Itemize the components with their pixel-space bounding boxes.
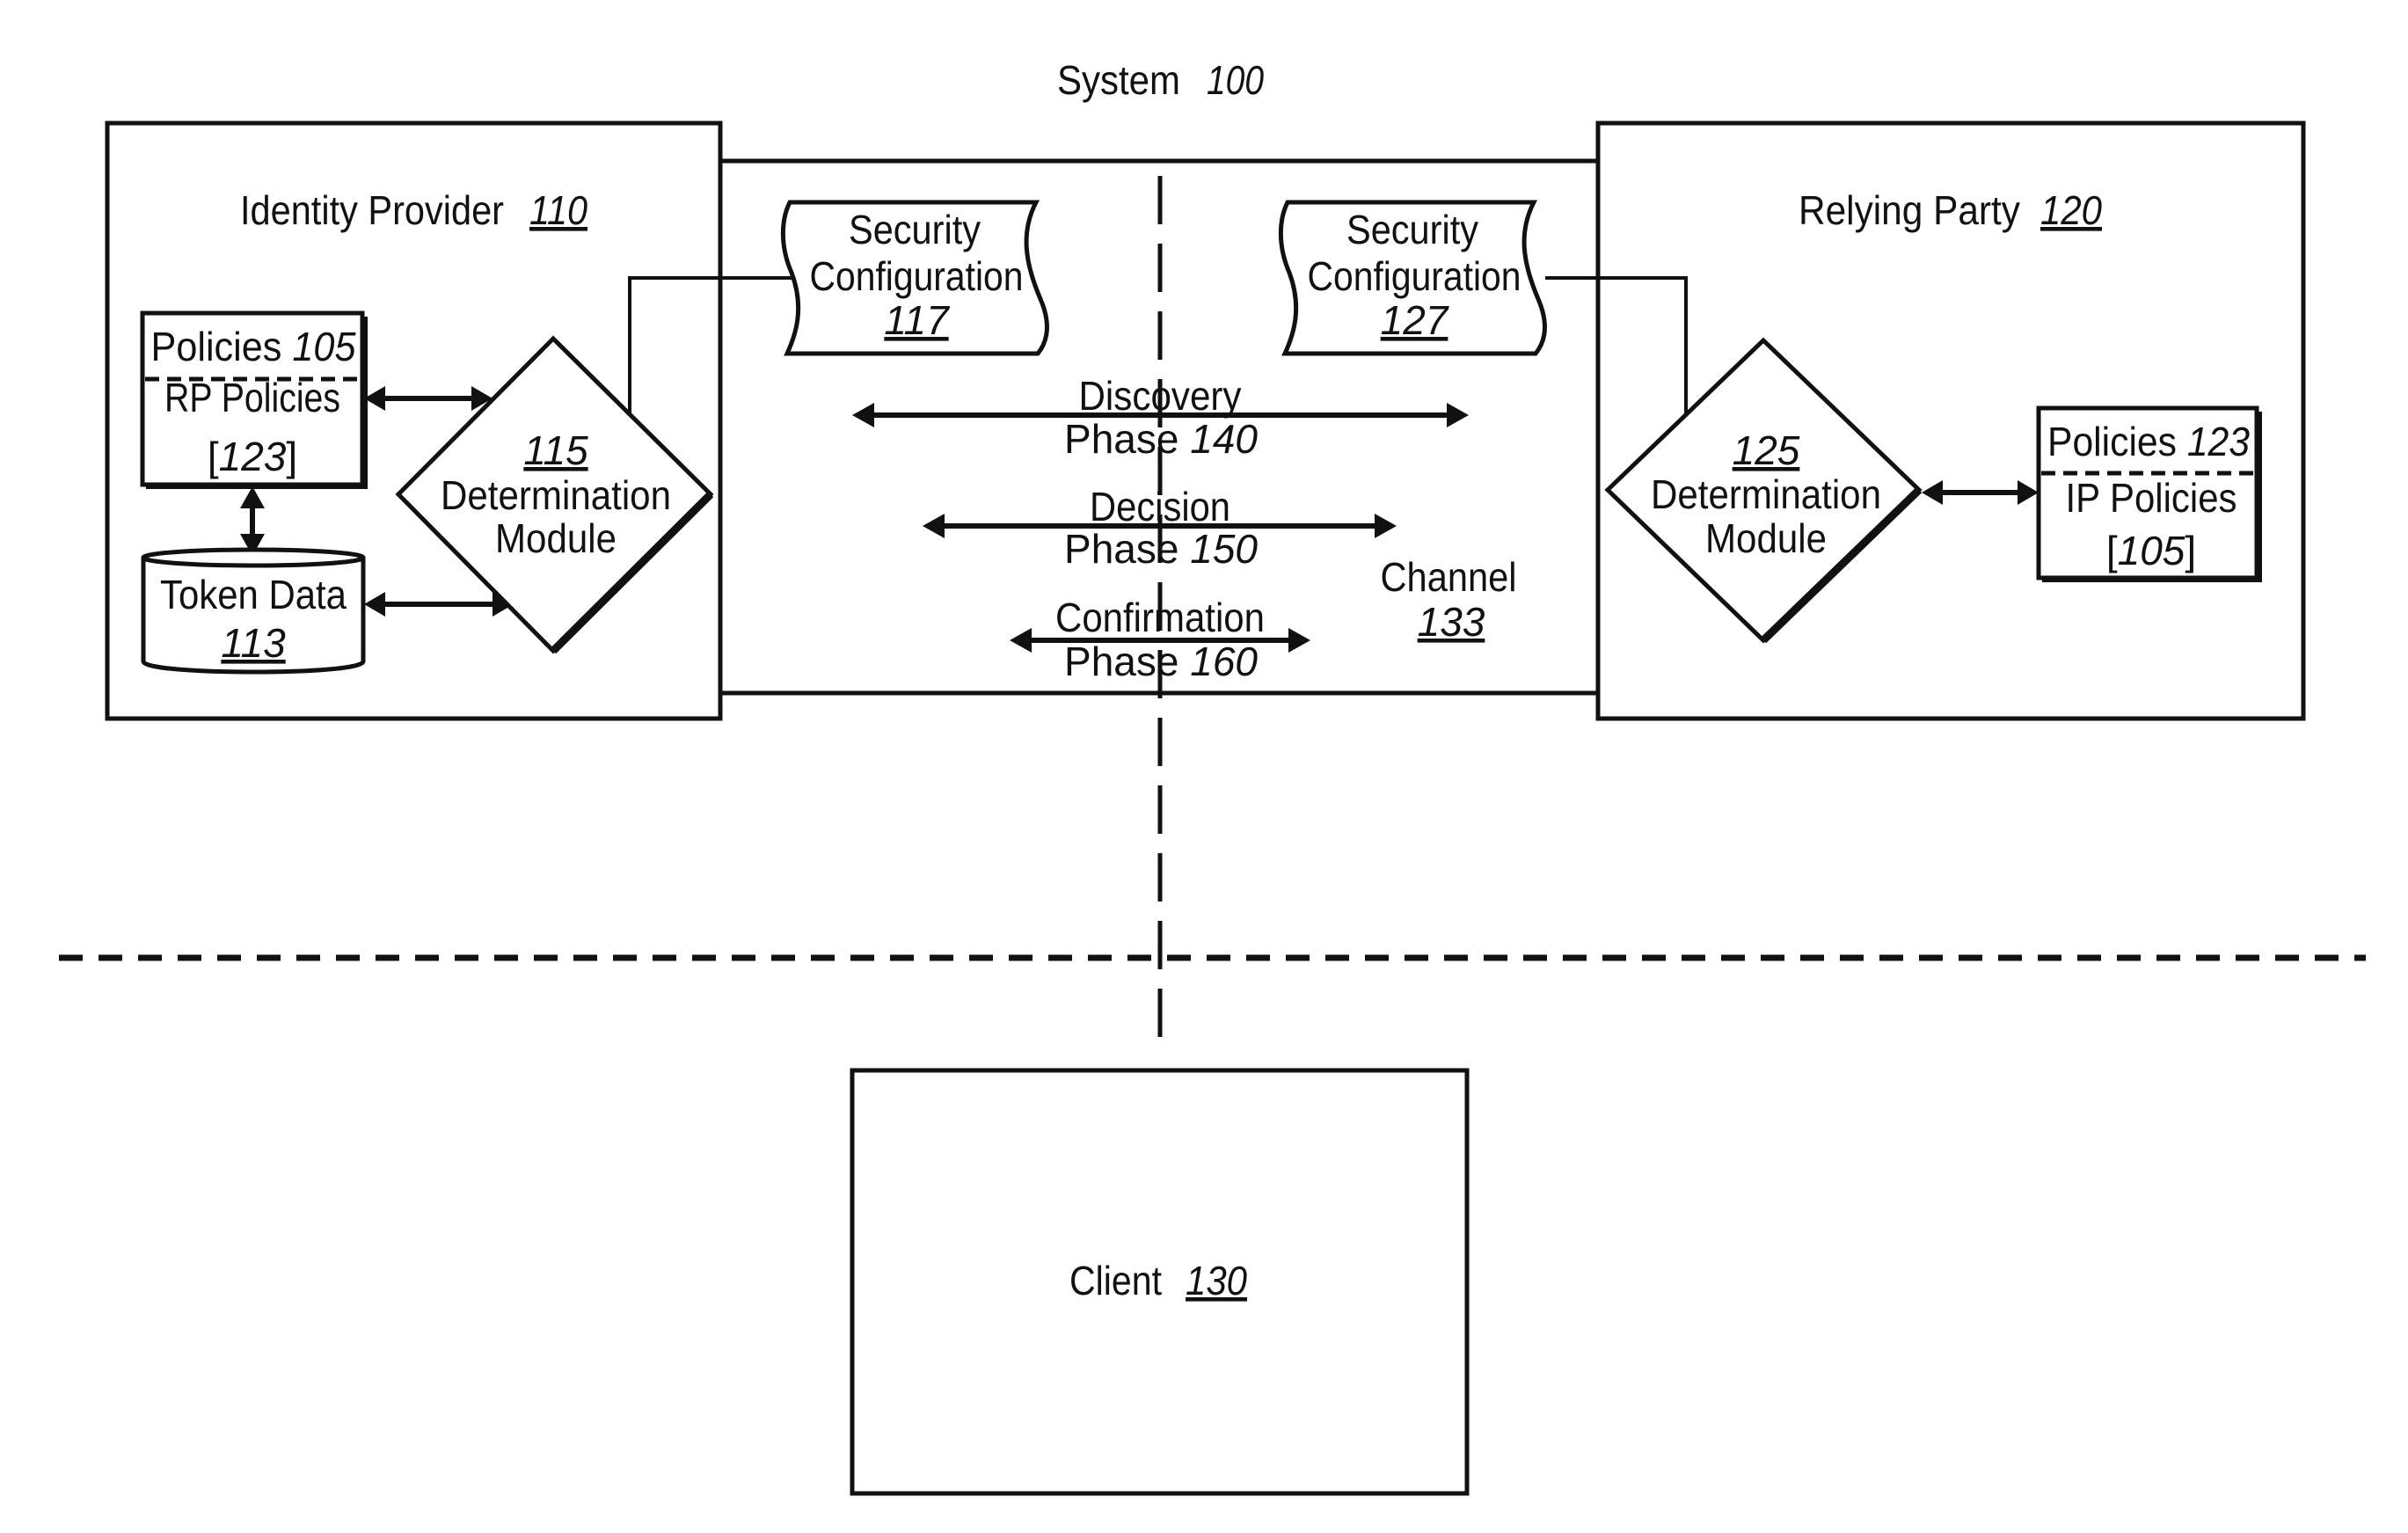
security-configuration-117-ref: 117 — [884, 297, 950, 343]
discovery-phase-label: Phase 140 — [1064, 416, 1258, 462]
relying-party-ref: 120 — [2040, 187, 2102, 233]
decision-phase-name: Decision — [1090, 484, 1230, 529]
security-configuration-127-line2: Configuration — [1308, 253, 1521, 299]
token-data-label: Token Data — [160, 572, 347, 617]
idp-rp-policies-label: RP Policies — [164, 375, 340, 420]
rp-policies[interactable]: Policies 123 IP Policies [105] — [2036, 405, 2262, 582]
system-title: System 100 — [1057, 57, 1264, 103]
rp-policies-title: Policies 123 — [2047, 419, 2250, 464]
relying-party-label: Relying Party — [1799, 187, 2020, 233]
rp-ip-policies-bracket-close: ] — [2185, 528, 2196, 573]
confirmation-phase-name: Confirmation — [1055, 595, 1265, 640]
token-data[interactable]: Token Data 113 — [141, 547, 366, 675]
decision-phase-ref: 150 — [1190, 526, 1258, 572]
determination-module-115-line2: Module — [495, 515, 617, 561]
idp-policies[interactable]: Policies 105 RP Policies [123] — [140, 310, 368, 489]
confirmation-arrowhead-right — [1288, 628, 1310, 653]
rp-ip-policies-bracket-open: [ — [2106, 528, 2118, 573]
determination-module-115-line1: Determination — [441, 472, 671, 518]
discovery-arrowhead-left — [852, 403, 874, 427]
rp-ip-policies-ref-number: 105 — [2118, 528, 2185, 573]
system-title-ref: 100 — [1207, 57, 1264, 103]
decision-arrowhead-left — [923, 514, 945, 538]
idp-rp-policies-ref: [123] — [208, 434, 297, 479]
security-configuration-117-line1: Security — [849, 207, 981, 252]
idp-policies-title-ref: 105 — [292, 324, 355, 369]
decision-phase[interactable]: Decision Phase 150 — [923, 484, 1397, 572]
discovery-arrowhead-right — [1447, 403, 1469, 427]
channel-label: Channel — [1381, 554, 1517, 600]
channel-ref: 133 — [1418, 599, 1485, 645]
rp-ip-policies-label: IP Policies — [2066, 475, 2237, 521]
client[interactable]: Client 130 — [850, 1068, 1470, 1496]
confirmation-phase-word: Phase — [1064, 639, 1178, 684]
decision-phase-label: Phase 150 — [1064, 526, 1258, 572]
security-configuration-127[interactable]: Security Configuration 127 — [1278, 200, 1547, 356]
confirmation-phase[interactable]: Confirmation Phase 160 — [1010, 595, 1310, 684]
idp-policies-title-label: Policies — [151, 324, 282, 369]
idp-rp-policies-bracket-close: ] — [286, 434, 297, 479]
idp-rp-policies-ref-number: 123 — [219, 434, 287, 479]
idp-rp-policies-bracket-open: [ — [208, 434, 219, 479]
security-configuration-117-line2: Configuration — [810, 253, 1024, 299]
decision-arrowhead-right — [1375, 514, 1397, 538]
identity-provider-label: Identity Provider — [240, 187, 504, 233]
identity-provider-ref: 110 — [529, 187, 587, 233]
confirmation-arrowhead-left — [1010, 628, 1032, 653]
security-configuration-117[interactable]: Security Configuration 117 — [780, 200, 1049, 356]
client-label: Client — [1069, 1258, 1162, 1303]
discovery-phase-word: Phase — [1064, 416, 1178, 462]
relying-party-title: Relying Party 120 — [1799, 187, 2102, 233]
determination-module-125-line2: Module — [1705, 515, 1827, 561]
security-configuration-127-line1: Security — [1346, 207, 1478, 252]
discovery-phase-ref: 140 — [1190, 416, 1258, 462]
system-title-label: System — [1057, 57, 1180, 103]
identity-provider-title: Identity Provider 110 — [240, 187, 587, 233]
confirmation-phase-label: Phase 160 — [1064, 639, 1258, 684]
security-configuration-127-ref: 127 — [1381, 297, 1449, 343]
determination-module-115-ref: 115 — [523, 427, 588, 473]
token-data-ref: 113 — [221, 620, 286, 666]
determination-module-125-ref: 125 — [1733, 427, 1800, 473]
client-ref: 130 — [1186, 1258, 1247, 1303]
decision-phase-word: Phase — [1064, 526, 1178, 572]
rp-ip-policies-ref: [105] — [2106, 528, 2196, 573]
determination-module-125-line1: Determination — [1651, 471, 1881, 517]
confirmation-phase-ref: 160 — [1190, 639, 1258, 684]
discovery-phase-name: Discovery — [1079, 373, 1242, 419]
rp-policies-title-label: Policies — [2047, 419, 2177, 464]
token-data-cylinder-top — [141, 547, 366, 568]
system-diagram: System 100 Identity Provider 110 Relying… — [59, 57, 2366, 1496]
rp-policies-title-ref: 123 — [2187, 419, 2251, 464]
idp-policies-title: Policies 105 — [151, 324, 356, 369]
client-title: Client 130 — [1069, 1258, 1247, 1303]
discovery-phase[interactable]: Discovery Phase 140 — [852, 373, 1469, 462]
